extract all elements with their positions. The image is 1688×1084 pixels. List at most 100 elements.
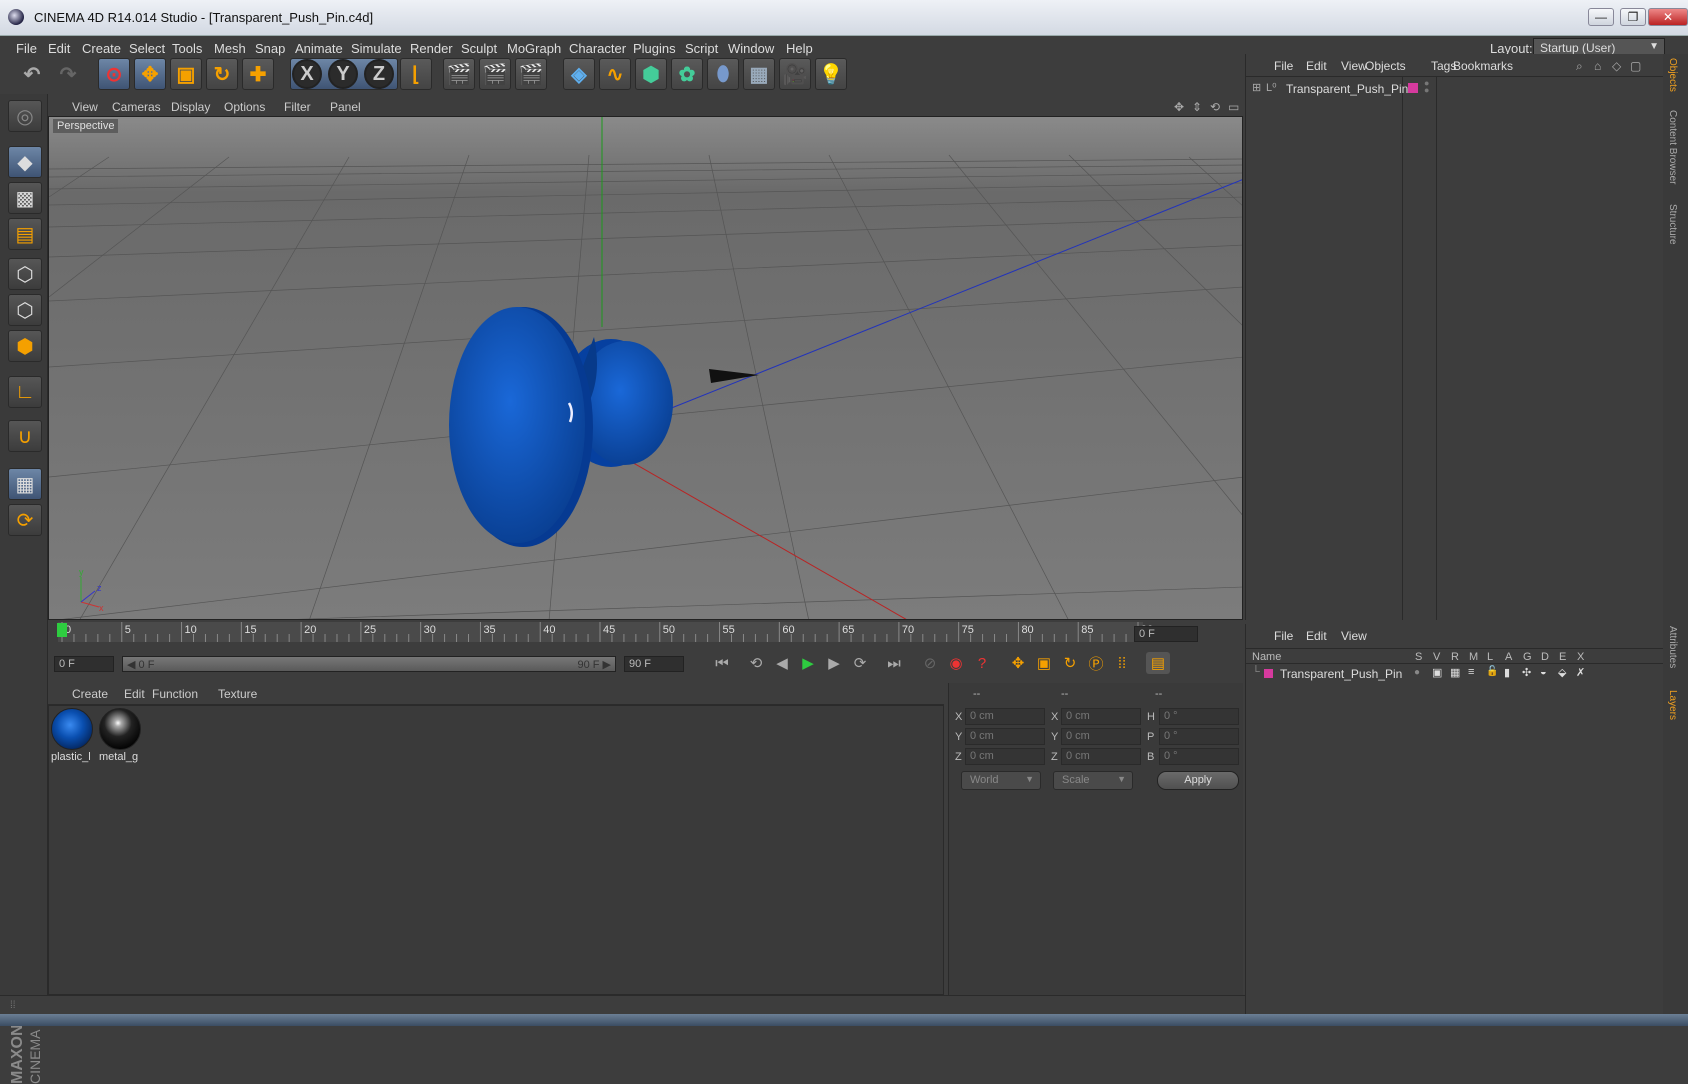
tab-attributes[interactable]: Attributes (1667, 626, 1678, 668)
layer-name[interactable]: Transparent_Push_Pin (1280, 667, 1402, 681)
layermgr-menu-view[interactable]: View (1341, 629, 1367, 643)
key-parameter-icon[interactable]: Ⓟ (1084, 652, 1108, 674)
object-row[interactable]: ⊞ L⁰ Transparent_Push_Pin ● ● (1252, 79, 1656, 98)
previous-frame-icon[interactable]: ◀ (770, 652, 794, 674)
menu-help[interactable]: Help (786, 41, 813, 56)
search-icon[interactable]: ⌕ (1576, 59, 1583, 74)
points-mode-icon[interactable]: ⬡ (8, 258, 42, 290)
frame-range-slider[interactable]: ◀ 0 F 90 F ▶ (122, 656, 616, 672)
key-position-icon[interactable]: ✥ (1006, 652, 1030, 674)
viewport-menu-options[interactable]: Options (224, 100, 265, 114)
render-view-icon[interactable]: 🎬 (443, 58, 475, 90)
menu-file[interactable]: File (16, 41, 37, 56)
menu-script[interactable]: Script (685, 41, 718, 56)
floor-icon[interactable]: ▦ (743, 58, 775, 90)
viewport-menu-view[interactable]: View (72, 100, 98, 114)
next-frame-icon[interactable]: ▶ (822, 652, 846, 674)
material-swatch-plastic[interactable]: plastic_l (51, 708, 95, 766)
xref-toggle-icon[interactable]: ✗ (1576, 666, 1585, 679)
array-icon[interactable]: ✿ (671, 58, 703, 90)
layermgr-menu-edit[interactable]: Edit (1306, 629, 1327, 643)
axis-mode-icon[interactable]: ∟ (8, 376, 42, 408)
menu-window[interactable]: Window (728, 41, 774, 56)
maximize-button[interactable]: ❐ (1620, 8, 1646, 26)
apply-button[interactable]: Apply (1157, 771, 1239, 790)
material-menu-function[interactable]: Function (152, 687, 198, 701)
menu-plugins[interactable]: Plugins (633, 41, 676, 56)
new-window-icon[interactable]: ▢ (1630, 59, 1641, 73)
spline-icon[interactable]: ∿ (599, 58, 631, 90)
workplane-mode-icon[interactable]: ▤ (8, 218, 42, 250)
lock-toggle-icon[interactable]: 🔓 (1486, 666, 1498, 677)
z-axis-lock-button[interactable]: Z (364, 59, 394, 89)
menu-mograph[interactable]: MoGraph (507, 41, 561, 56)
dolly-icon[interactable]: ⇕ (1192, 100, 1202, 114)
tab-layers[interactable]: Layers (1667, 690, 1678, 720)
view-toggle-icon[interactable]: ▣ (1432, 666, 1442, 679)
position-x-field[interactable]: 0 cm (965, 708, 1045, 725)
undo-icon[interactable]: ↶ (16, 58, 48, 90)
render-to-picture-viewer-icon[interactable]: 🎬 (479, 58, 511, 90)
expand-icon[interactable]: ⊞ (1252, 81, 1261, 94)
menu-create[interactable]: Create (82, 41, 121, 56)
menu-animate[interactable]: Animate (295, 41, 343, 56)
position-y-field[interactable]: 0 cm (965, 728, 1045, 745)
animation-toggle-icon[interactable]: ▮ (1504, 666, 1510, 679)
key-rotation-icon[interactable]: ↻ (1058, 652, 1082, 674)
objmgr-menu-bookmarks[interactable]: Bookmarks (1453, 59, 1513, 73)
orbit-icon[interactable]: ⟲ (1210, 100, 1220, 114)
planar-workplane-icon[interactable]: ⟳ (8, 504, 42, 536)
render-toggle-icon[interactable]: ▦ (1450, 666, 1460, 679)
play-icon[interactable]: ▶ (796, 652, 820, 674)
3d-viewport[interactable]: y z x Perspective (48, 116, 1243, 620)
expressions-toggle-icon[interactable]: ⬙ (1558, 666, 1566, 679)
material-menu-edit[interactable]: Edit (124, 687, 145, 701)
previous-keyframe-icon[interactable]: ⟲ (744, 652, 768, 674)
edges-mode-icon[interactable]: ⬡ (8, 294, 42, 326)
timeline-window-icon[interactable]: ▤ (1146, 652, 1170, 674)
close-button[interactable]: ✕ (1648, 8, 1688, 26)
polygons-mode-icon[interactable]: ⬢ (8, 330, 42, 362)
material-menu-create[interactable]: Create (72, 687, 108, 701)
position-z-field[interactable]: 0 cm (965, 748, 1045, 765)
material-menu-texture[interactable]: Texture (218, 687, 257, 701)
rotation-h-field[interactable]: 0 ° (1159, 708, 1239, 725)
live-selection-tool[interactable]: ⊙ (98, 58, 130, 90)
home-icon[interactable]: ⌂ (1594, 59, 1601, 73)
tab-content-browser[interactable]: Content Browser (1667, 110, 1678, 184)
size-x-field[interactable]: 0 cm (1061, 708, 1141, 725)
autokeying-help-icon[interactable]: ? (970, 652, 994, 674)
solo-toggle-icon[interactable]: ● (1414, 667, 1420, 678)
light-icon[interactable]: 💡 (815, 58, 847, 90)
y-axis-lock-button[interactable]: Y (328, 59, 358, 89)
cube-primitive-icon[interactable]: ◈ (563, 58, 595, 90)
tab-structure[interactable]: Structure (1667, 204, 1678, 245)
tab-objects[interactable]: Objects (1667, 58, 1678, 92)
model-mode-icon[interactable]: ◆ (8, 146, 42, 178)
rotation-b-field[interactable]: 0 ° (1159, 748, 1239, 765)
menu-character[interactable]: Character (569, 41, 626, 56)
layer-color-swatch[interactable] (1264, 669, 1273, 678)
start-frame-field[interactable]: 0 F (54, 656, 114, 672)
menu-edit[interactable]: Edit (48, 41, 70, 56)
menu-select[interactable]: Select (129, 41, 165, 56)
go-to-end-icon[interactable]: ⏭ (882, 652, 906, 674)
record-icon[interactable]: ◉ (944, 652, 968, 674)
layer-color-tag[interactable] (1408, 83, 1418, 93)
last-tool[interactable]: ✚ (242, 58, 274, 90)
make-editable-icon[interactable]: ◎ (8, 100, 42, 132)
rotation-p-field[interactable]: 0 ° (1159, 728, 1239, 745)
coordinate-system-select[interactable]: World ▼ (961, 771, 1041, 790)
size-mode-select[interactable]: Scale ▼ (1053, 771, 1133, 790)
menu-render[interactable]: Render (410, 41, 453, 56)
menu-mesh[interactable]: Mesh (214, 41, 246, 56)
x-axis-lock-button[interactable]: X (292, 59, 322, 89)
manager-toggle-icon[interactable]: ≡ (1468, 666, 1474, 678)
object-name[interactable]: Transparent_Push_Pin (1286, 82, 1408, 96)
timeline-playhead[interactable] (57, 623, 67, 637)
redo-icon[interactable]: ↷ (52, 58, 84, 90)
magnet-snap-icon[interactable]: ∪ (8, 420, 42, 452)
render-settings-icon[interactable]: 🎬 (515, 58, 547, 90)
deformer-icon[interactable]: ⬮ (707, 58, 739, 90)
deformers-toggle-icon[interactable]: ◒ (1540, 666, 1547, 678)
